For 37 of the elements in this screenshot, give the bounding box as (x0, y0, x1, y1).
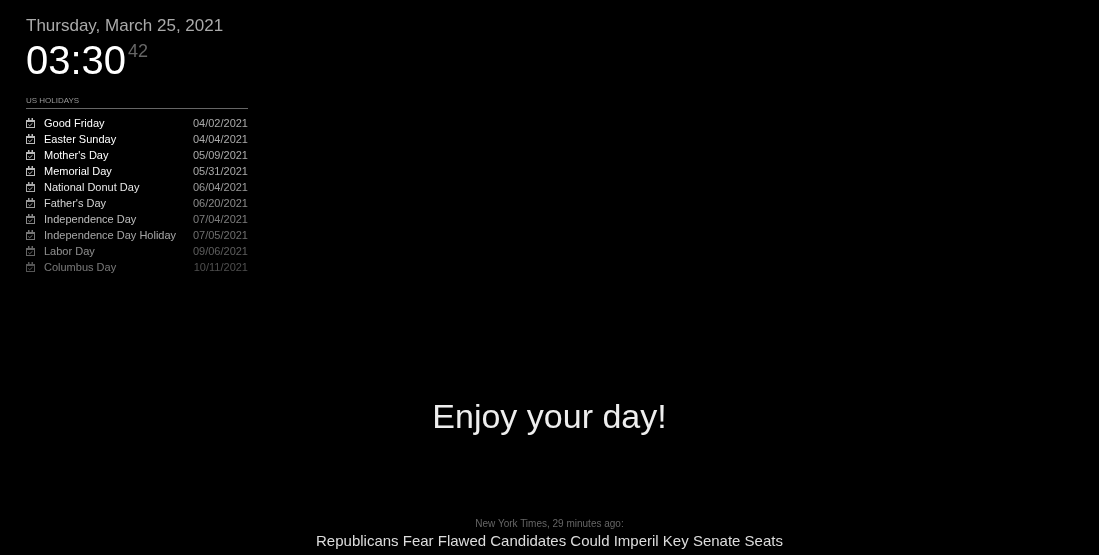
event-title: Independence Day Holiday (44, 228, 177, 243)
event-title: Mother's Day (44, 148, 109, 163)
calendar-icon (26, 182, 35, 192)
event-date: 04/02/2021 (191, 116, 248, 131)
event-date: 04/04/2021 (191, 132, 248, 147)
calendar-icon (26, 150, 35, 160)
date-text: Thursday, March 25, 2021 (26, 15, 225, 37)
event-title: Easter Sunday (44, 132, 117, 147)
event-title: National Donut Day (44, 180, 140, 195)
news-source: New York Times, 29 minutes ago: (475, 517, 624, 531)
calendar-icon (26, 134, 35, 144)
event-date: 07/05/2021 (191, 228, 248, 243)
event-date: 07/04/2021 (191, 212, 248, 227)
event-title: Columbus Day (44, 260, 117, 275)
event-date: 06/04/2021 (191, 180, 248, 195)
event-title: Father's Day (44, 196, 106, 211)
news-headline: Republicans Fear Flawed Candidates Could Imperil Key Senate Seats (316, 531, 783, 551)
event-date: 06/20/2021 (191, 196, 248, 211)
calendar-icon (26, 214, 35, 224)
calendar-icon (26, 246, 35, 256)
event-title: Memorial Day (44, 164, 112, 179)
clock-time: 03:30 (26, 40, 127, 80)
event-title: Good Friday (44, 116, 105, 131)
calendar-icon (26, 262, 35, 272)
calendar-icon (26, 118, 35, 128)
calendar-header: US HOLIDAYS (26, 96, 248, 109)
event-date: 09/06/2021 (191, 244, 248, 259)
clock-seconds: 42 (128, 42, 149, 60)
calendar-icon (26, 166, 35, 176)
event-date: 05/31/2021 (191, 164, 248, 179)
event-date: 05/09/2021 (191, 148, 248, 163)
event-title: Independence Day (44, 212, 137, 227)
calendar-icon (26, 230, 35, 240)
compliment-text: Enjoy your day! (432, 396, 667, 437)
event-date: 10/11/2021 (192, 260, 248, 275)
event-title: Labor Day (44, 244, 95, 259)
calendar-icon (26, 198, 35, 208)
